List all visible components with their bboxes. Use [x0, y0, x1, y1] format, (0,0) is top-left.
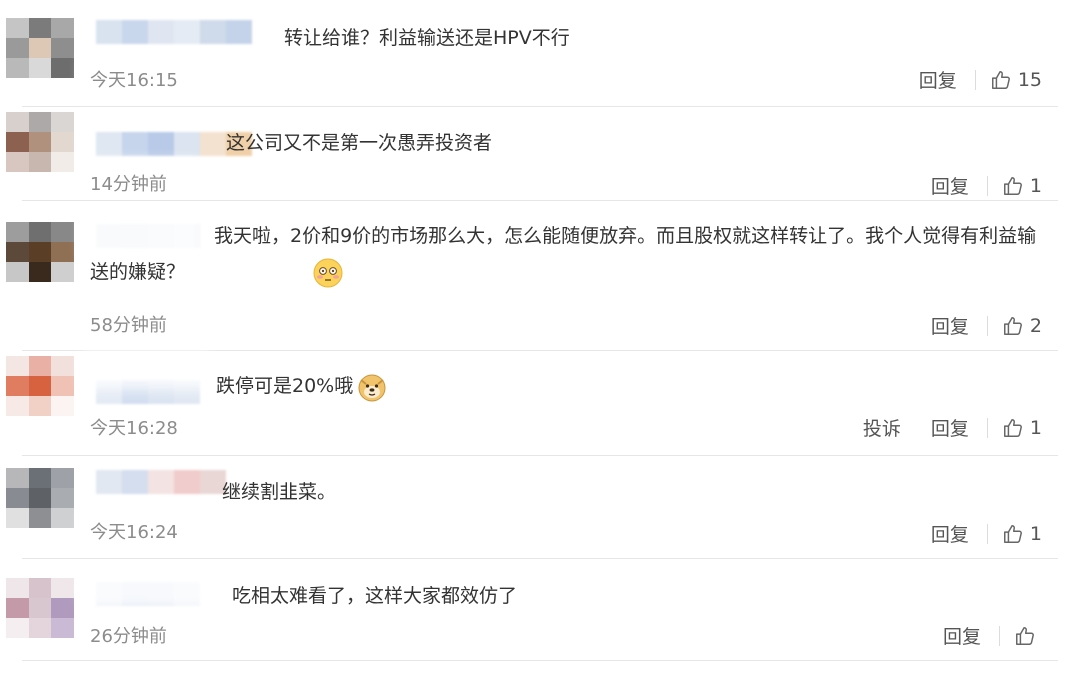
avatar[interactable]	[6, 356, 74, 416]
reply-button[interactable]: 回复	[931, 414, 969, 441]
like-button[interactable]: 1	[1002, 523, 1042, 545]
comment-text-content: 继续割韭菜。	[222, 481, 337, 503]
comment-text: 我天啦，2价和9价的市场那么大，怎么能随便放弃。而且股权就这样转让了。我个人觉得…	[90, 218, 1050, 290]
doge-emoji	[357, 372, 387, 402]
avatar[interactable]	[6, 222, 74, 282]
comment-divider	[22, 660, 1058, 661]
comment-time: 今天16:15	[90, 70, 178, 91]
privacy-mask	[82, 350, 212, 390]
like-button[interactable]: 15	[990, 69, 1042, 91]
avatar[interactable]	[6, 578, 74, 638]
comment-actions: 回复 1	[901, 520, 1042, 547]
comment-text: 吃相太难看了，这样大家都效仿了	[232, 578, 517, 614]
comment-divider	[22, 558, 1058, 559]
comment-time: 今天16:24	[90, 522, 178, 543]
like-count: 1	[1029, 416, 1042, 439]
comment-time: 58分钟前	[90, 315, 167, 336]
like-count: 1	[1029, 174, 1042, 197]
like-button[interactable]	[1014, 625, 1042, 647]
comment-text-content: 这公司又不是第一次愚弄投资者	[226, 132, 493, 154]
action-separator	[986, 417, 988, 438]
comment-actions: 回复 2	[901, 312, 1042, 339]
thumbs-up-icon	[990, 69, 1012, 91]
comment-text-content: 吃相太难看了，这样大家都效仿了	[232, 585, 518, 607]
comment-time: 26分钟前	[90, 626, 167, 647]
flushed-emoji	[189, 258, 343, 288]
comment-text: 转让给谁？利益输送还是HPV不行	[284, 20, 570, 56]
comment-divider	[22, 106, 1058, 107]
thumbs-up-icon	[1002, 315, 1024, 337]
comment-actions: 回复	[913, 622, 1042, 649]
reply-button[interactable]: 回复	[919, 66, 957, 93]
like-count: 2	[1029, 314, 1042, 337]
username-blurred[interactable]	[96, 470, 226, 494]
comment-time: 今天16:28	[90, 418, 178, 439]
comment-text: 这公司又不是第一次愚弄投资者	[226, 125, 492, 161]
action-separator	[999, 625, 1000, 646]
comment-text-content: 跌停可是20%哦	[216, 375, 354, 397]
username-blurred[interactable]	[96, 20, 252, 44]
reply-button[interactable]: 回复	[931, 312, 969, 339]
comment-text: 继续割韭菜。	[222, 474, 336, 510]
action-separator	[974, 69, 976, 90]
action-separator	[986, 315, 988, 336]
privacy-mask	[82, 568, 222, 608]
action-separator	[986, 523, 988, 544]
like-count: 1	[1029, 522, 1042, 545]
comment-text-content: 转让给谁？利益输送还是HPV不行	[284, 27, 570, 49]
like-button[interactable]: 1	[1002, 175, 1042, 197]
like-button[interactable]: 1	[1002, 417, 1042, 439]
comment-divider	[22, 200, 1058, 201]
report-button[interactable]: 投诉	[863, 414, 901, 441]
comment-actions: 回复 1	[901, 172, 1042, 199]
avatar[interactable]	[6, 468, 74, 528]
thumbs-up-icon	[1014, 625, 1036, 647]
reply-button[interactable]: 回复	[931, 520, 969, 547]
reply-button[interactable]: 回复	[931, 172, 969, 199]
thumbs-up-icon	[1002, 417, 1024, 439]
reply-button[interactable]: 回复	[943, 622, 981, 649]
comment-divider	[22, 455, 1058, 456]
like-button[interactable]: 2	[1002, 315, 1042, 337]
like-count: 15	[1017, 68, 1042, 91]
comment-actions: 投诉 回复 1	[833, 414, 1042, 441]
action-separator	[986, 175, 988, 196]
comment-text-content: 我天啦，2价和9价的市场那么大，怎么能随便放弃。而且股权就这样转让了。我个人觉得…	[90, 225, 1037, 283]
thumbs-up-icon	[1002, 523, 1024, 545]
comment-time: 14分钟前	[90, 174, 167, 195]
comment-text: 跌停可是20%哦	[216, 368, 387, 404]
avatar[interactable]	[6, 18, 74, 78]
avatar[interactable]	[6, 112, 74, 172]
thumbs-up-icon	[1002, 175, 1024, 197]
comment-actions: 回复 15	[889, 66, 1042, 93]
